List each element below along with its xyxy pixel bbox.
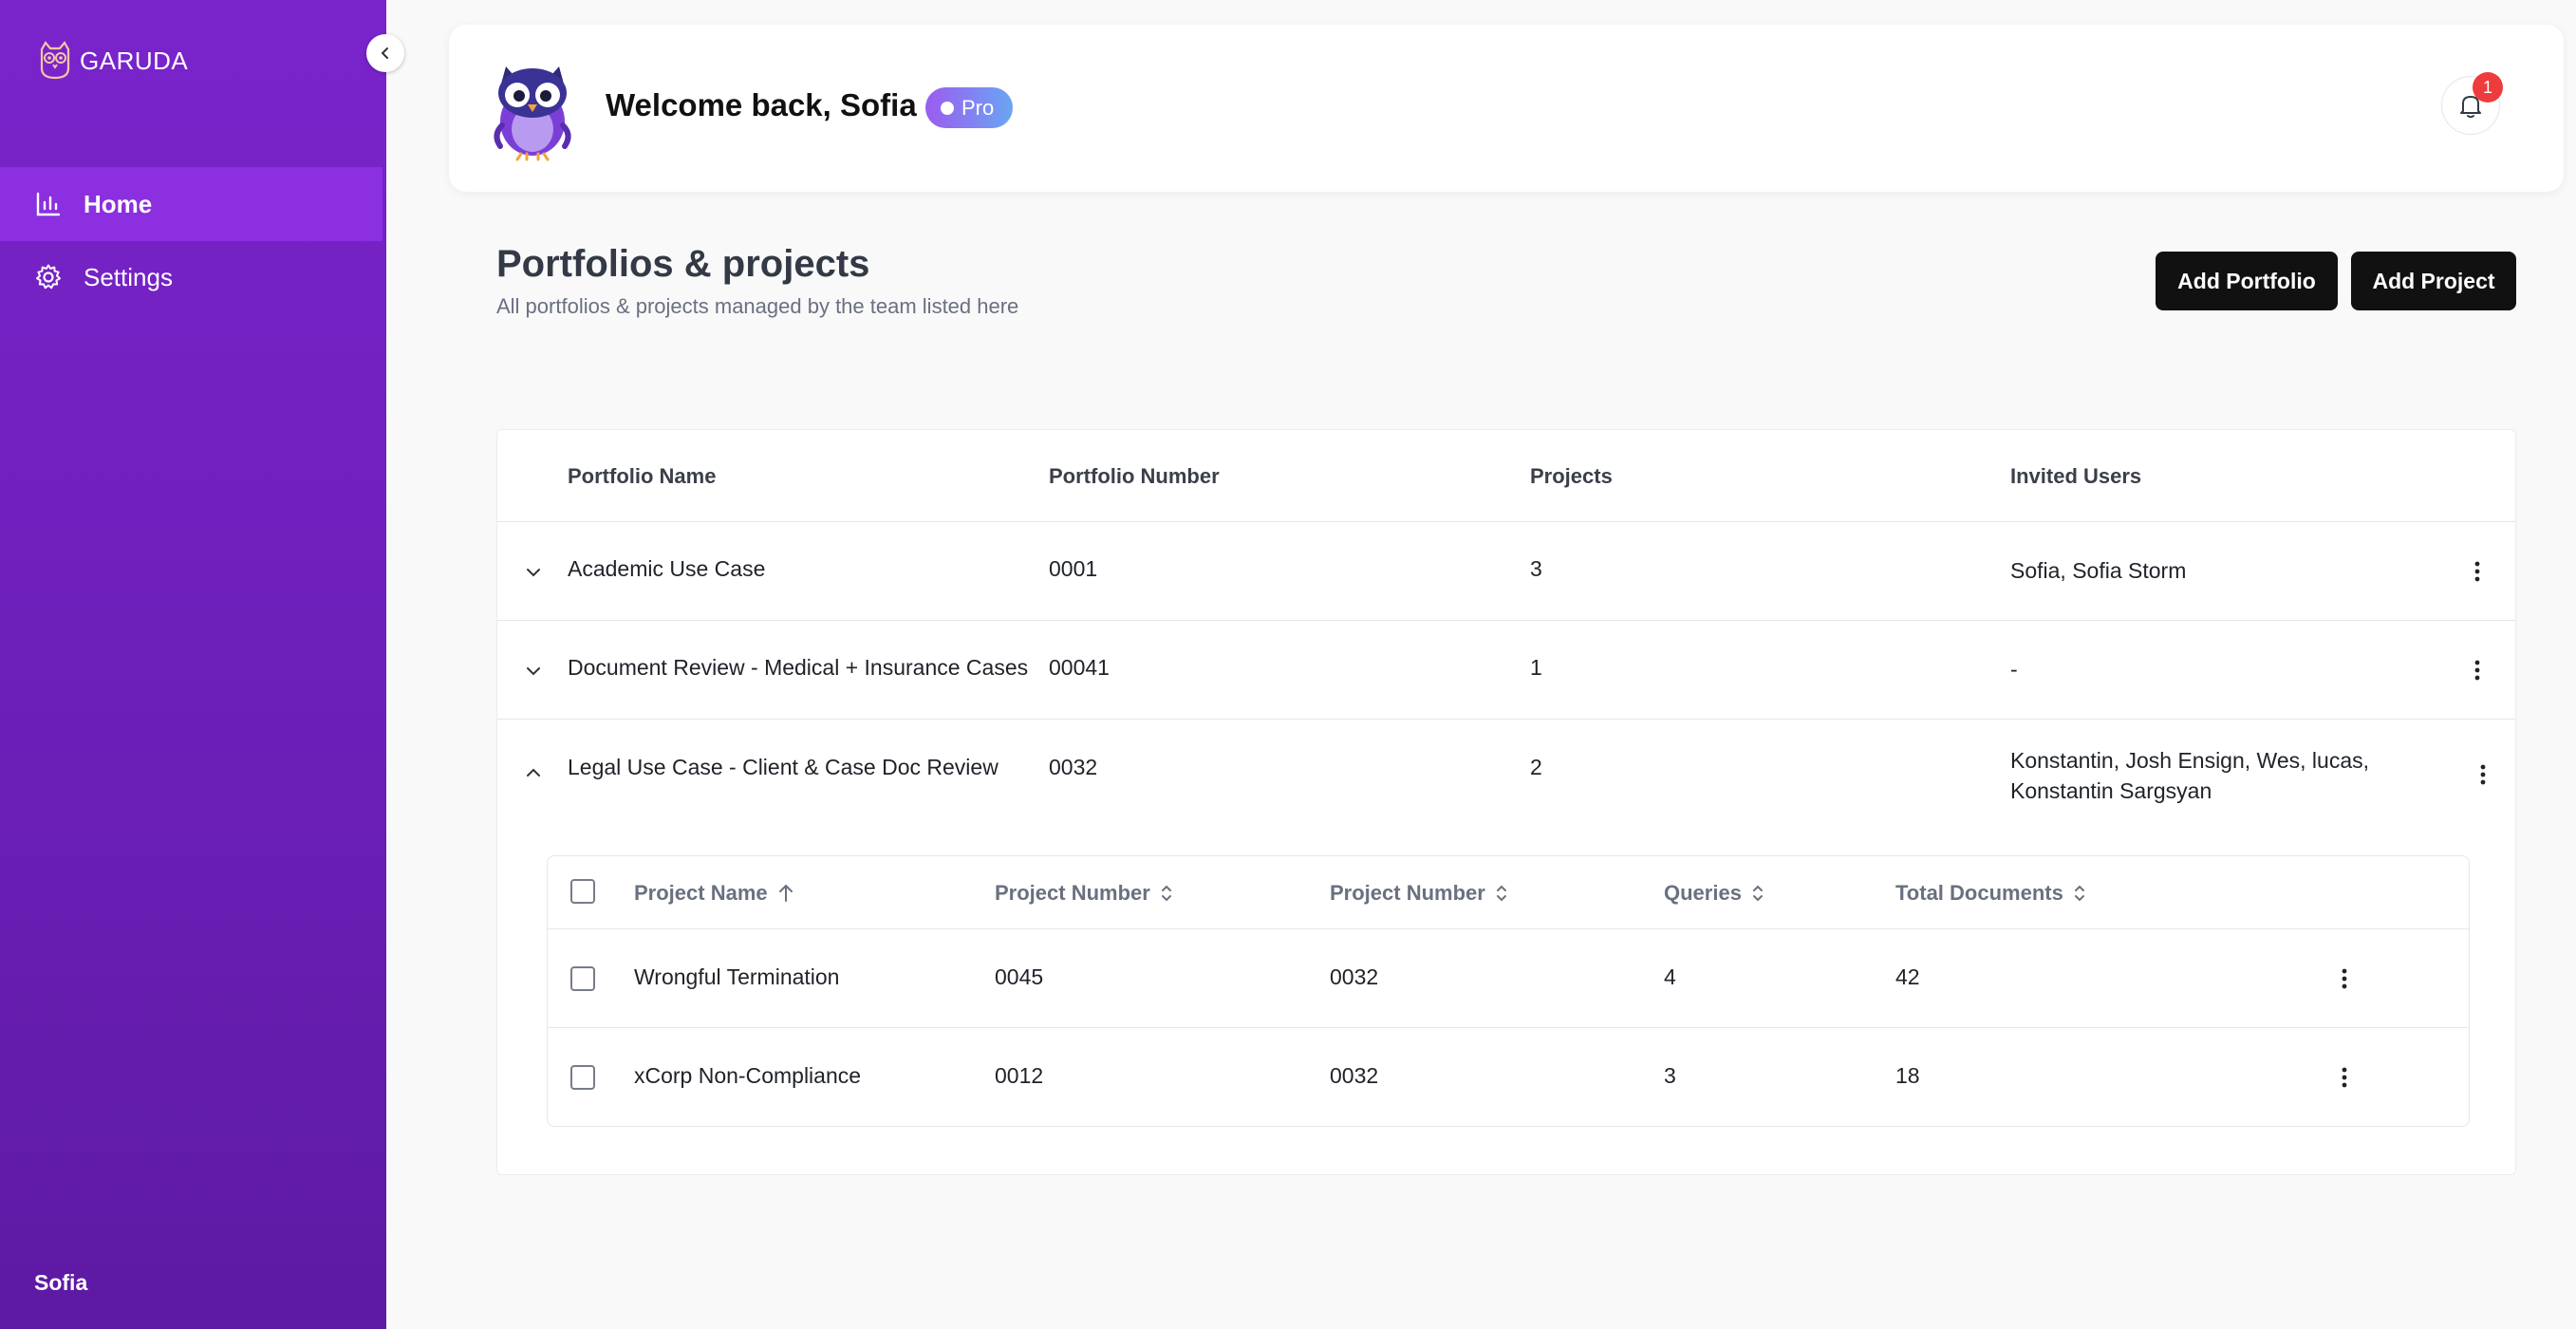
column-header-portfolio-number[interactable]: Project Number [1330, 881, 1508, 906]
chevron-left-icon [381, 47, 388, 59]
column-header-label: Project Number [1330, 881, 1485, 905]
portfolio-name[interactable]: Document Review - Medical + Insurance Ca… [568, 655, 1028, 681]
project-name[interactable]: xCorp Non-Compliance [634, 1063, 861, 1089]
portfolio-name[interactable]: Legal Use Case - Client & Case Doc Revie… [568, 755, 999, 780]
subtable-header: Project Name Project Number Project Numb… [548, 856, 2469, 929]
column-header-label: Project Name [634, 881, 768, 905]
portfolio-number: 0001 [1049, 556, 1098, 581]
brand-name: GARUDA [80, 46, 189, 75]
page-title: Portfolios & projects [496, 243, 870, 285]
plan-badge: Pro [925, 87, 1014, 128]
portfolio-name[interactable]: Academic Use Case [568, 556, 765, 582]
brand-logo[interactable]: GARUDA [36, 40, 188, 82]
row-checkbox[interactable] [570, 966, 595, 991]
owl-logo-icon [40, 41, 70, 80]
column-header-label: Project Number [995, 881, 1150, 905]
column-header-label: Queries [1664, 881, 1742, 905]
current-user-name[interactable]: Sofia [34, 1270, 87, 1296]
sidebar-item-home[interactable]: Home [0, 167, 383, 241]
sort-icon [1161, 885, 1171, 902]
chevron-up-icon[interactable] [522, 761, 545, 784]
table-row[interactable]: Document Review - Medical + Insurance Ca… [497, 621, 2515, 720]
sort-icon [1496, 885, 1506, 902]
project-number: 0045 [995, 964, 1044, 989]
column-header-project-name[interactable]: Project Name [634, 881, 794, 906]
collapse-sidebar-button[interactable] [366, 34, 404, 72]
project-row[interactable]: Wrongful Termination 0045 0032 4 42 [548, 929, 2469, 1028]
project-menu-icon[interactable] [2333, 1063, 2356, 1092]
add-project-button[interactable]: Add Project [2351, 252, 2516, 310]
column-header-project-number[interactable]: Project Number [995, 881, 1173, 906]
documents-count: 18 [1895, 1063, 1920, 1088]
sort-icon [1752, 885, 1763, 902]
chevron-down-icon[interactable] [522, 561, 545, 584]
project-name[interactable]: Wrongful Termination [634, 964, 839, 990]
bar-chart-icon [36, 192, 61, 216]
portfolio-project-count: 3 [1530, 556, 1542, 581]
plan-badge-label: Pro [961, 95, 995, 120]
portfolio-project-count: 1 [1530, 655, 1542, 680]
column-header-projects: Projects [1530, 464, 1613, 488]
portfolio-number: 0032 [1330, 964, 1379, 989]
welcome-header: Welcome back, Sofia Pro 1 [449, 25, 2564, 192]
column-header-queries[interactable]: Queries [1664, 881, 1764, 906]
sidebar-item-settings[interactable]: Settings [0, 240, 383, 314]
owl-mascot-icon [494, 66, 571, 161]
column-header-portfolio-number: Portfolio Number [1049, 464, 1220, 488]
queries-count: 4 [1664, 964, 1676, 989]
chevron-down-icon[interactable] [522, 660, 545, 683]
portfolio-number: 00041 [1049, 655, 1110, 680]
sidebar-item-label: Home [84, 189, 153, 218]
sidebar: GARUDA Home Settings Sofia [0, 0, 386, 1329]
table-header: Portfolio Name Portfolio Number Projects… [497, 430, 2515, 522]
portfolio-invited-users-line-1: Konstantin, Josh Ensign, Wes, lucas, [2010, 748, 2369, 773]
project-row[interactable]: xCorp Non-Compliance 0012 0032 3 18 [548, 1028, 2469, 1127]
row-checkbox[interactable] [570, 1065, 595, 1090]
portfolio-number: 0032 [1330, 1063, 1379, 1088]
select-all-checkbox[interactable] [570, 879, 595, 904]
column-header-invited-users: Invited Users [2010, 464, 2142, 488]
queries-count: 3 [1664, 1063, 1676, 1088]
table-row[interactable]: Academic Use Case 0001 3 Sofia, Sofia St… [497, 522, 2515, 621]
row-menu-icon[interactable] [2466, 557, 2489, 586]
portfolios-table: Portfolio Name Portfolio Number Projects… [496, 429, 2516, 1175]
page-subtitle: All portfolios & projects managed by the… [496, 294, 1019, 318]
column-header-total-documents[interactable]: Total Documents [1895, 881, 2086, 906]
portfolio-invited-users: Sofia, Sofia Storm [2010, 558, 2187, 583]
sort-icon [2074, 885, 2084, 902]
row-menu-icon[interactable] [2466, 656, 2489, 684]
add-portfolio-button[interactable]: Add Portfolio [2156, 252, 2338, 310]
column-header-label: Total Documents [1895, 881, 2063, 905]
sort-ascending-icon [778, 884, 793, 902]
column-header-portfolio-name: Portfolio Name [568, 464, 717, 488]
row-menu-icon[interactable] [2472, 760, 2494, 789]
gear-icon [36, 264, 61, 290]
notification-count-badge: 1 [2473, 72, 2503, 103]
project-number: 0012 [995, 1063, 1044, 1088]
projects-subtable: Project Name Project Number Project Numb… [547, 855, 2470, 1127]
portfolio-number: 0032 [1049, 755, 1098, 779]
sidebar-item-label: Settings [84, 262, 173, 291]
badge-dot-icon [941, 101, 954, 115]
project-menu-icon[interactable] [2333, 964, 2356, 993]
portfolio-invited-users-line-2: Konstantin Sargsyan [2010, 778, 2212, 803]
documents-count: 42 [1895, 964, 1920, 989]
portfolio-invited-users: - [2010, 657, 2018, 682]
welcome-text: Welcome back, Sofia [606, 87, 917, 122]
portfolio-project-count: 2 [1530, 755, 1542, 779]
